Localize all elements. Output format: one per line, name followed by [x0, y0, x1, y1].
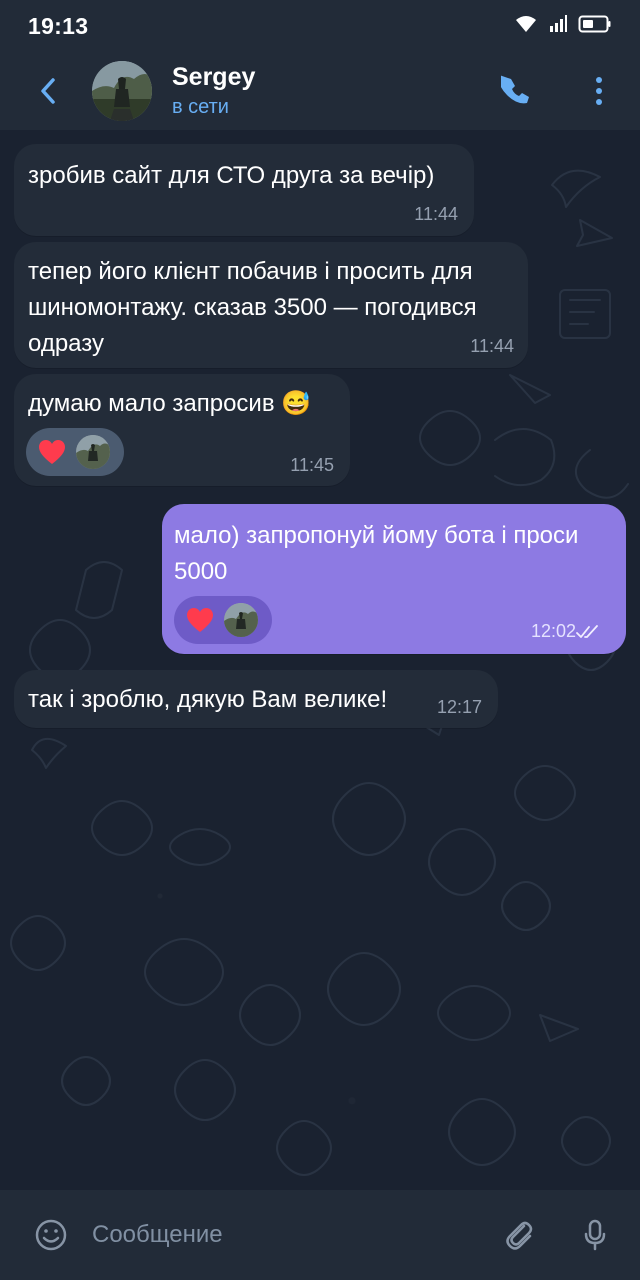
message-time: 12:17 — [436, 697, 482, 717]
battery-icon — [578, 14, 612, 39]
message-time: 11:44 — [414, 204, 458, 224]
message-text: зробив сайт для СТО друга за вечір) — [28, 162, 435, 189]
header-actions — [500, 74, 616, 108]
reaction-user-avatar — [76, 435, 110, 469]
status-bar: 19:13 — [0, 0, 640, 52]
contact-avatar[interactable] — [92, 61, 152, 121]
microphone-icon — [584, 1219, 606, 1251]
message-bubble[interactable]: зробив сайт для СТО друга за вечір) 11:4… — [14, 144, 474, 236]
message-text: так і зроблю, дякую Вам велике! — [28, 686, 388, 713]
message-input-bar — [0, 1190, 640, 1280]
signal-icon — [548, 14, 568, 39]
message-reaction[interactable] — [26, 428, 124, 476]
input-actions — [502, 1218, 612, 1252]
contact-name: Sergey — [172, 63, 256, 91]
message-time: 12:02 — [530, 621, 576, 641]
back-button[interactable] — [32, 75, 64, 107]
heart-reaction-icon — [184, 604, 216, 636]
message-text: тепер його клієнт побачив і просить для … — [28, 258, 484, 357]
wifi-icon — [514, 14, 538, 39]
phone-icon — [501, 75, 529, 104]
chat-header: Sergey в сети — [0, 52, 640, 130]
call-button[interactable] — [500, 74, 534, 108]
heart-reaction-icon — [36, 436, 68, 468]
contact-status: в сети — [172, 96, 229, 118]
message-time: 11:45 — [290, 455, 334, 475]
message-bubble[interactable]: мало) запропонуй йому бота і проси 5000 — [162, 504, 626, 654]
attach-button[interactable] — [502, 1218, 536, 1252]
message-bubble[interactable]: думаю мало запросив 😅 11:45 — [14, 374, 350, 486]
telegram-chat-screen: 19:13 Sergey в сети зробив сайт для СТО … — [0, 0, 640, 1280]
status-time: 19:13 — [28, 12, 89, 39]
message-bubble[interactable]: тепер його клієнт побачив і просить для … — [14, 242, 528, 368]
message-text: думаю мало запросив 😅 — [28, 390, 312, 417]
message-input[interactable] — [92, 1213, 484, 1257]
emoji-button[interactable] — [34, 1218, 68, 1252]
chat-title-block[interactable]: Sergey в сети — [172, 63, 500, 119]
paperclip-icon — [506, 1221, 533, 1250]
message-bubble[interactable]: так і зроблю, дякую Вам велике! 12:17 — [14, 670, 498, 728]
microphone-button[interactable] — [578, 1218, 612, 1252]
reaction-user-avatar — [224, 603, 258, 637]
message-time: 11:44 — [470, 336, 514, 356]
double-check-icon — [576, 625, 598, 638]
message-list: зробив сайт для СТО друга за вечір) 11:4… — [0, 130, 640, 1190]
more-vert-icon — [596, 77, 602, 105]
status-icons — [514, 14, 612, 39]
emoji-icon — [35, 1219, 67, 1251]
more-options-button[interactable] — [582, 74, 616, 108]
message-reaction[interactable] — [174, 596, 272, 644]
message-text: мало) запропонуй йому бота і проси 5000 — [174, 522, 586, 585]
back-arrow-icon — [41, 78, 55, 104]
avatar-image — [92, 61, 152, 121]
